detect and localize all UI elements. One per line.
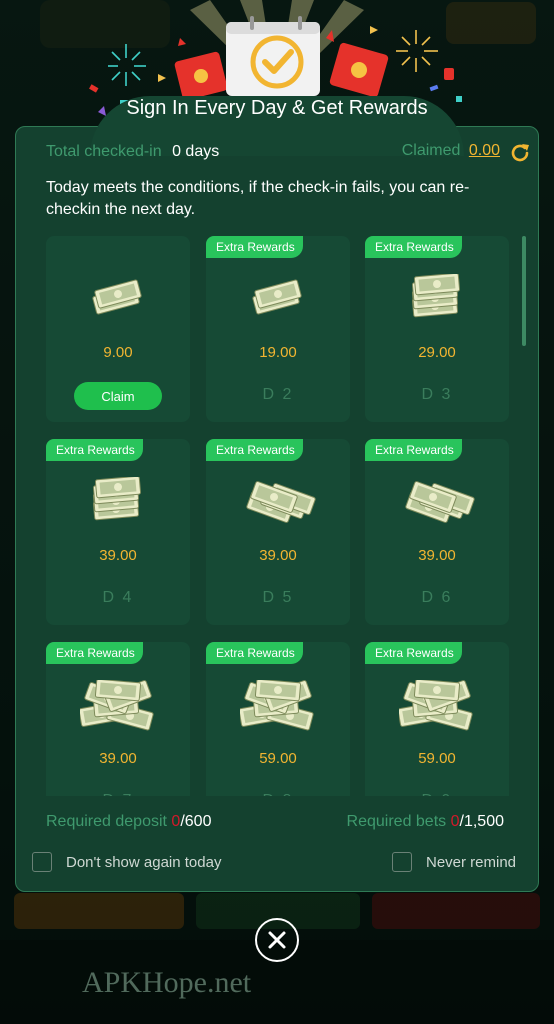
day-label: D 2 [262,386,294,403]
refresh-icon[interactable] [508,141,532,165]
money-icon [80,475,156,538]
reward-amount: 39.00 [418,547,456,564]
dont-show-again-option[interactable]: Don't show again today [32,852,252,876]
required-bets-current: 0 [450,813,460,830]
watermark: APKHope.net [82,966,252,999]
modal-title: Sign In Every Day & Get Rewards [126,97,428,119]
reward-card-day-4: Extra Rewards 39.00 D 4 [46,439,190,625]
never-remind-checkbox[interactable] [392,852,412,872]
stats-row: Total checked-in 0 days Claimed 0.00 [30,142,536,166]
extra-rewards-badge: Extra Rewards [365,439,462,461]
reward-amount: 39.00 [99,547,137,564]
check-in-notice: Today meets the conditions, if the check… [46,179,470,218]
money-icon [397,678,475,741]
money-icon [240,274,316,335]
money-icon [240,477,316,538]
money-icon [78,678,156,741]
required-bets-total: /1,500 [459,813,504,830]
reward-card-day-7: Extra Rewards 39.00 D 7 [46,642,190,796]
required-bets-label: Required bets [346,813,447,830]
money-icon [399,477,475,538]
required-deposit-label: Required deposit [46,813,167,830]
reward-amount: 39.00 [99,750,137,767]
day-label: D 4 [102,589,134,606]
day-label: D 7 [46,792,190,796]
reward-card-day-8: Extra Rewards 59.00 D 8 [206,642,350,796]
reward-card-day-5: Extra Rewards 39.00 D 5 [206,439,350,625]
total-checked-in: Total checked-in 0 days [46,143,219,161]
reward-amount: 9.00 [103,344,133,361]
claimed-value: 0.00 [468,142,500,159]
claimed-amount: Claimed 0.00 [402,142,500,160]
required-deposit-total: /600 [180,813,212,830]
reward-card-day-2: Extra Rewards 19.00 D 2 [206,236,350,422]
reward-amount: 39.00 [259,547,297,564]
required-deposit-current: 0 [171,813,181,830]
close-icon [268,931,286,949]
reward-amount: 29.00 [418,344,456,361]
day-label: D 8 [206,792,350,796]
extra-rewards-badge: Extra Rewards [206,236,303,258]
required-bets: Required bets 0/1,500 [347,813,504,831]
dont-show-again-label: Don't show again today [66,854,222,871]
extra-rewards-badge: Extra Rewards [206,642,303,664]
reward-grid: 9.00 Claim Extra Rewards 19.00 D 2 Extra Rewa… [46,236,516,796]
extra-rewards-badge: Extra Rewards [365,642,462,664]
claimed-label: Claimed [401,142,461,159]
total-checked-in-value: 0 days [172,143,220,160]
money-icon [238,678,316,741]
dont-show-again-checkbox[interactable] [32,852,52,872]
never-remind-option[interactable]: Never remind [392,852,532,876]
day-label: D 5 [262,589,294,606]
money-icon [80,274,156,335]
total-checked-in-label: Total checked-in [46,143,162,160]
reward-card-day-6: Extra Rewards 39.00 D 6 [365,439,509,625]
extra-rewards-badge: Extra Rewards [206,439,303,461]
day-label: D 9 [365,792,509,796]
reward-amount: 19.00 [259,344,297,361]
grid-scrollbar[interactable] [522,236,526,346]
money-icon [399,272,475,335]
never-remind-label: Never remind [426,854,517,871]
close-button[interactable] [255,918,299,962]
claim-button[interactable]: Claim [74,382,162,410]
reward-card-day-1: 9.00 Claim [46,236,190,422]
day-label: D 6 [421,589,453,606]
reward-amount: 59.00 [259,750,297,767]
required-deposit: Required deposit 0/600 [46,813,211,831]
reward-card-day-3: Extra Rewards 29.00 D 3 [365,236,509,422]
extra-rewards-badge: Extra Rewards [365,236,462,258]
reward-amount: 59.00 [418,750,456,767]
day-label: D 3 [421,386,453,403]
extra-rewards-badge: Extra Rewards [46,642,143,664]
reward-card-day-9: Extra Rewards 59.00 D 9 [365,642,509,796]
extra-rewards-badge: Extra Rewards [46,439,143,461]
